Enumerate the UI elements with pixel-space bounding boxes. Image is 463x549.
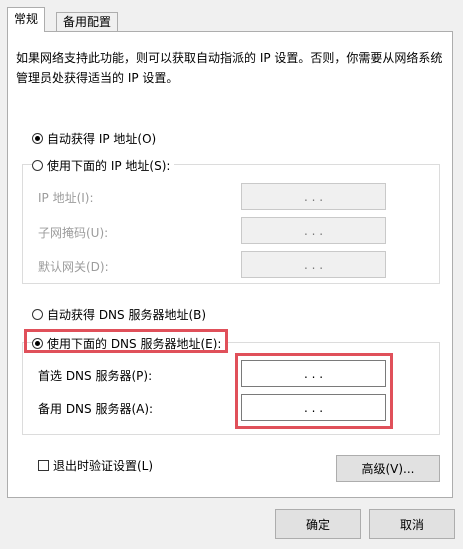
radio-auto-dns-label: 自动获得 DNS 服务器地址(B) bbox=[47, 308, 207, 322]
validate-on-exit-label: 退出时验证设置(L) bbox=[53, 459, 154, 473]
radio-manual-ip[interactable]: 使用下面的 IP 地址(S): bbox=[32, 157, 175, 174]
validate-on-exit-checkbox-box[interactable] bbox=[38, 460, 49, 471]
subnet-mask-input: . . . bbox=[241, 217, 386, 244]
radio-manual-ip-label: 使用下面的 IP 地址(S): bbox=[47, 159, 171, 173]
dns-settings-group bbox=[22, 342, 440, 435]
radio-auto-ip-indicator[interactable] bbox=[32, 133, 43, 144]
radio-auto-dns[interactable]: 自动获得 DNS 服务器地址(B) bbox=[32, 306, 211, 323]
alternate-dns-input[interactable]: . . . bbox=[241, 394, 386, 421]
radio-auto-ip[interactable]: 自动获得 IP 地址(O) bbox=[32, 130, 161, 147]
tab-alternate-config[interactable]: 备用配置 bbox=[56, 12, 119, 31]
cancel-button[interactable]: 取消 bbox=[369, 509, 455, 539]
preferred-dns-value: . . . bbox=[303, 366, 324, 381]
radio-auto-ip-label: 自动获得 IP 地址(O) bbox=[47, 132, 157, 146]
subnet-mask-value: . . . bbox=[303, 223, 324, 238]
tab-general[interactable]: 常规 bbox=[7, 7, 46, 32]
radio-auto-dns-indicator[interactable] bbox=[32, 309, 43, 320]
preferred-dns-input[interactable]: . . . bbox=[241, 360, 386, 387]
default-gateway-label: 默认网关(D): bbox=[38, 260, 109, 274]
default-gateway-input: . . . bbox=[241, 251, 386, 278]
ip-address-label: IP 地址(I): bbox=[38, 191, 94, 205]
validate-on-exit-checkbox[interactable]: 退出时验证设置(L) bbox=[38, 457, 158, 474]
alternate-dns-value: . . . bbox=[303, 400, 324, 415]
radio-manual-dns-label: 使用下面的 DNS 服务器地址(E): bbox=[47, 337, 222, 351]
alternate-dns-label: 备用 DNS 服务器(A): bbox=[38, 402, 154, 416]
preferred-dns-label: 首选 DNS 服务器(P): bbox=[38, 369, 153, 383]
advanced-button[interactable]: 高级(V)... bbox=[336, 455, 440, 482]
ip-address-value: . . . bbox=[303, 189, 324, 204]
radio-manual-dns[interactable]: 使用下面的 DNS 服务器地址(E): bbox=[32, 335, 226, 352]
ok-button[interactable]: 确定 bbox=[275, 509, 361, 539]
radio-manual-dns-indicator[interactable] bbox=[32, 338, 43, 349]
description-text: 如果网络支持此功能，则可以获取自动指派的 IP 设置。否则，你需要从网络系统管理… bbox=[16, 51, 443, 85]
radio-manual-ip-indicator[interactable] bbox=[32, 160, 43, 171]
default-gateway-value: . . . bbox=[303, 257, 324, 272]
subnet-mask-label: 子网掩码(U): bbox=[38, 226, 109, 240]
ip-address-input: . . . bbox=[241, 183, 386, 210]
